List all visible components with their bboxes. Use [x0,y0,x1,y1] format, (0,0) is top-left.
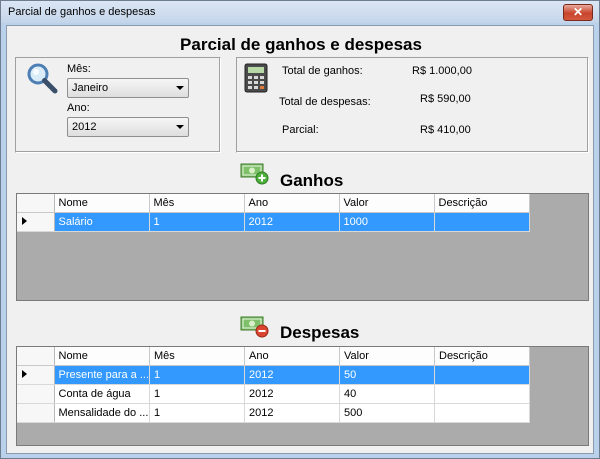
cell-valor[interactable]: 500 [339,403,435,423]
table-row[interactable]: Mensalidade do ... 1 2012 500 [17,403,530,423]
month-select[interactable]: Janeiro [67,78,189,98]
column-header[interactable]: Ano [244,194,340,213]
client-area: Parcial de ganhos e despesas Mês: Janeir… [6,25,594,454]
column-header[interactable]: Descrição [434,347,530,366]
cell-ano[interactable]: 2012 [244,365,340,385]
column-header[interactable]: Ano [244,347,340,366]
total-ganhos-value: R$ 1.000,00 [412,65,472,77]
cell-mes[interactable]: 1 [149,403,245,423]
column-header[interactable]: Nome [54,194,150,213]
cell-nome[interactable]: Mensalidade do ... [54,403,150,423]
row-selector[interactable] [17,212,55,232]
parcial-label: Parcial: [282,124,319,136]
cell-ano[interactable]: 2012 [244,384,340,404]
app-window: Parcial de ganhos e despesas ✕ Parcial d… [0,0,600,459]
chevron-down-icon [176,86,184,90]
total-despesas-value: R$ 590,00 [420,93,471,105]
row-selector[interactable] [17,384,55,404]
table-row[interactable]: Salário 1 2012 1000 [17,212,530,232]
cell-nome[interactable]: Conta de água [54,384,150,404]
column-header[interactable]: Mês [149,194,245,213]
ganhos-header-row: Nome Mês Ano Valor Descrição [17,194,530,213]
close-button[interactable]: ✕ [563,4,593,21]
calculator-icon [244,63,268,93]
cell-ano[interactable]: 2012 [244,403,340,423]
cell-ano[interactable]: 2012 [244,212,340,232]
search-icon [27,63,58,94]
money-remove-icon [240,316,269,338]
cell-valor[interactable]: 50 [339,365,435,385]
table-row[interactable]: Presente para a ... 1 2012 50 [17,365,530,385]
row-header-corner [17,194,55,213]
window-title: Parcial de ganhos e despesas [8,6,156,18]
month-label: Mês: [67,63,91,75]
table-row[interactable]: Conta de água 1 2012 40 [17,384,530,404]
ganhos-grid[interactable]: Nome Mês Ano Valor Descrição Salário 1 2… [16,193,589,301]
despesas-grid[interactable]: Nome Mês Ano Valor Descrição Presente pa… [16,346,589,446]
page-title: Parcial de ganhos e despesas [180,35,422,54]
cell-descricao[interactable] [434,403,530,423]
chevron-down-icon [176,125,184,129]
column-header[interactable]: Descrição [434,194,530,213]
column-header[interactable]: Mês [149,347,245,366]
total-ganhos-label: Total de ganhos: [282,65,363,77]
row-selector[interactable] [17,403,55,423]
ganhos-title: Ganhos [280,171,344,190]
cell-descricao[interactable] [434,365,530,385]
cell-mes[interactable]: 1 [149,365,245,385]
cell-nome[interactable]: Salário [54,212,150,232]
cell-valor[interactable]: 1000 [339,212,435,232]
column-header[interactable]: Nome [54,347,150,366]
cell-mes[interactable]: 1 [149,212,245,232]
parcial-value: R$ 410,00 [420,124,471,136]
despesas-table: Nome Mês Ano Valor Descrição Presente pa… [17,347,530,423]
current-row-icon [22,216,27,225]
current-row-icon [22,369,27,378]
summary-panel: Total de ganhos: R$ 1.000,00 Total de de… [236,57,589,153]
cell-descricao[interactable] [434,212,530,232]
cell-descricao[interactable] [434,384,530,404]
year-select[interactable]: 2012 [67,117,189,137]
year-select-value: 2012 [72,121,97,133]
ganhos-table: Nome Mês Ano Valor Descrição Salário 1 2… [17,194,530,232]
cell-mes[interactable]: 1 [149,384,245,404]
title-bar[interactable]: Parcial de ganhos e despesas ✕ [1,1,599,23]
total-despesas-label: Total de despesas: [279,96,371,108]
cell-nome[interactable]: Presente para a ... [54,365,150,385]
row-selector[interactable] [17,365,55,385]
column-header[interactable]: Valor [339,194,435,213]
column-header[interactable]: Valor [339,347,435,366]
row-header-corner [17,347,55,366]
year-label: Ano: [67,102,90,114]
cell-valor[interactable]: 40 [339,384,435,404]
money-add-icon [240,163,269,185]
despesas-header-row: Nome Mês Ano Valor Descrição [17,347,530,366]
despesas-title: Despesas [280,323,360,342]
month-select-value: Janeiro [72,82,109,94]
filter-panel: Mês: Janeiro Ano: 2012 [15,57,221,153]
